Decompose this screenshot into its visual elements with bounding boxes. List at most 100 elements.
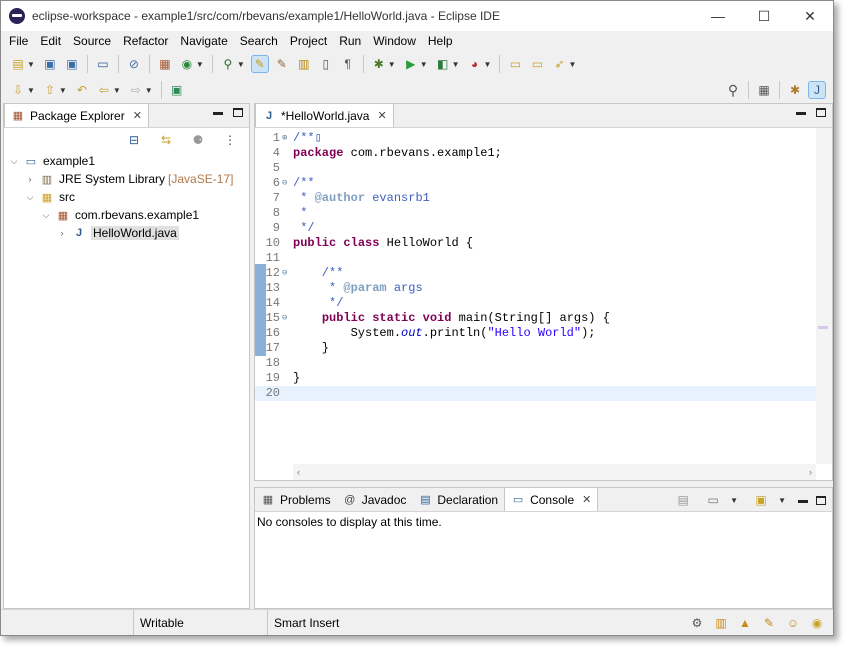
status-insert-mode[interactable]: Smart Insert (267, 610, 387, 635)
maximize-panel-icon[interactable] (816, 495, 826, 505)
tree-item-package[interactable]: ⌵ ▦ com.rbevans.example1 (4, 206, 249, 224)
open-type-dropdown-icon[interactable]: ▼ (237, 60, 245, 69)
code-line[interactable]: 16 System.out.println("Hello World"); (255, 326, 816, 341)
focus-icon[interactable]: ⚈ (190, 132, 206, 148)
wand-icon[interactable]: ✎ (761, 615, 777, 631)
clear-console-icon[interactable]: ▤ (675, 492, 691, 508)
next-annotation-dropdown-icon[interactable]: ▼ (27, 86, 35, 95)
tab-package-explorer[interactable]: ▦ Package Explorer ✕ (4, 103, 149, 127)
toggle-word-wrap-icon[interactable]: ▯ (318, 56, 334, 72)
open-type-icon[interactable]: ⚲ (220, 56, 236, 72)
link-with-editor-icon[interactable]: ⇆ (158, 132, 174, 148)
save-all-icon[interactable]: ▣ (64, 56, 80, 72)
previous-annotation-dropdown-icon[interactable]: ▼ (59, 86, 67, 95)
code-line[interactable]: 19} (255, 371, 816, 386)
chevron-down-icon[interactable]: ⌵ (24, 192, 36, 203)
pin-editor-icon[interactable]: ▣ (169, 82, 185, 98)
java-perspective-icon[interactable]: J (808, 81, 826, 99)
fold-toggle-icon[interactable]: ⊖ (282, 176, 291, 191)
code-line[interactable]: 11 (255, 251, 816, 266)
code-line[interactable]: 9 */ (255, 221, 816, 236)
debug-dropdown-icon[interactable]: ▼ (388, 60, 396, 69)
terminal-icon[interactable]: ▭ (95, 56, 111, 72)
external-tools-icon[interactable]: ◕ (467, 56, 483, 72)
tutorial-icon[interactable]: ▲ (737, 615, 753, 631)
toggle-mark-occurrences-icon[interactable]: ✎ (250, 55, 269, 73)
menu-run[interactable]: Run (333, 34, 367, 48)
horizontal-scrollbar[interactable]: ‹ › (293, 464, 816, 480)
skip-breakpoints-icon[interactable]: ⊘ (126, 56, 142, 72)
new-icon[interactable]: ▤ (10, 56, 26, 72)
minimize-panel-icon[interactable] (213, 112, 223, 115)
external-tools-dropdown-icon[interactable]: ▼ (484, 60, 492, 69)
code-line[interactable]: 18 (255, 356, 816, 371)
next-annotation-icon[interactable]: ⇩ (10, 82, 26, 98)
code-line[interactable]: 5 (255, 161, 816, 176)
fold-toggle-icon[interactable]: ⊖ (282, 266, 291, 281)
maximize-panel-icon[interactable] (233, 108, 243, 117)
chevron-down-icon[interactable]: ⌵ (40, 210, 52, 221)
open-console-dropdown-icon[interactable]: ▼ (778, 496, 786, 505)
display-console-icon[interactable]: ▭ (705, 492, 721, 508)
maximize-button[interactable]: ☐ (741, 1, 787, 31)
tree-item-file[interactable]: › J HelloWorld.java (4, 224, 249, 242)
minimize-panel-icon[interactable] (798, 499, 808, 503)
forward-dropdown-icon[interactable]: ▼ (145, 86, 153, 95)
coverage-icon[interactable]: ◧ (435, 56, 451, 72)
menu-refactor[interactable]: Refactor (117, 34, 174, 48)
tree-item-project[interactable]: ⌵ ▭ example1 (4, 152, 249, 170)
tree-item-jre[interactable]: › ▥ JRE System Library [JavaSE-17] (4, 170, 249, 188)
code-line[interactable]: 7 * @author evansrb1 (255, 191, 816, 206)
save-icon[interactable]: ▣ (42, 56, 58, 72)
open-task-icon[interactable]: ▭ (507, 56, 523, 72)
scroll-left-icon[interactable]: ‹ (297, 467, 300, 477)
code-line[interactable]: 14 */ (255, 296, 816, 311)
chevron-right-icon[interactable]: › (56, 228, 68, 238)
view-menu-icon[interactable]: ⋮ (222, 132, 238, 148)
toggle-block-selection-icon[interactable]: ✎ (274, 56, 290, 72)
code-line[interactable]: 13 * @param args (255, 281, 816, 296)
code-line[interactable]: 20 (255, 386, 816, 401)
coverage-dropdown-icon[interactable]: ▼ (452, 60, 460, 69)
code-line[interactable]: 15 ⊖ public static void main(String[] arg… (255, 311, 816, 326)
code-line[interactable]: 4 package com.rbevans.example1; (255, 146, 816, 161)
tab-javadoc[interactable]: @ Javadoc (337, 488, 413, 511)
previous-annotation-icon[interactable]: ⇧ (42, 82, 58, 98)
vertical-scrollbar[interactable] (816, 128, 832, 464)
show-whitespace-icon[interactable]: ¶ (340, 56, 356, 72)
open-console-icon[interactable]: ▣ (753, 492, 769, 508)
smiley-icon[interactable]: ☺ (785, 615, 801, 631)
menu-edit[interactable]: Edit (34, 34, 67, 48)
menu-source[interactable]: Source (67, 34, 117, 48)
run-icon[interactable]: ▶ (403, 56, 419, 72)
close-tab-icon[interactable]: ✕ (377, 109, 386, 122)
maximize-panel-icon[interactable] (816, 108, 826, 117)
code-line[interactable]: 10 public class HelloWorld { (255, 236, 816, 251)
tab-helloworld-java[interactable]: J *HelloWorld.java ✕ (255, 103, 394, 127)
debug-perspective-icon[interactable]: ✱ (787, 82, 803, 98)
open-perspective-icon[interactable]: ▦ (756, 82, 772, 98)
menu-project[interactable]: Project (284, 34, 333, 48)
tab-console[interactable]: ▭ Console ✕ (504, 487, 599, 511)
menu-help[interactable]: Help (422, 34, 459, 48)
git-icon[interactable]: ⚙ (689, 615, 705, 631)
minimize-button[interactable]: — (695, 1, 741, 31)
fold-toggle-icon[interactable]: ⊕ (282, 131, 291, 146)
code-line[interactable]: 1 ⊕/**▯ (255, 131, 816, 146)
new-java-class-icon[interactable]: ◉ (179, 56, 195, 72)
debug-icon[interactable]: ✱ (371, 56, 387, 72)
close-button[interactable]: ✕ (787, 1, 833, 31)
back-dropdown-icon[interactable]: ▼ (113, 86, 121, 95)
new-dropdown-icon[interactable]: ▼ (27, 60, 35, 69)
code-line[interactable]: 12 ⊖ /** (255, 266, 816, 281)
launch-icon[interactable]: ➶ (551, 56, 567, 72)
code-line[interactable]: 17 } (255, 341, 816, 356)
run-dropdown-icon[interactable]: ▼ (420, 60, 428, 69)
search-icon[interactable]: ⚲ (725, 82, 741, 98)
book-icon[interactable]: ▥ (713, 615, 729, 631)
chevron-right-icon[interactable]: › (24, 174, 36, 184)
forward-icon[interactable]: ⇨ (128, 82, 144, 98)
close-tab-icon[interactable]: ✕ (133, 109, 142, 122)
display-console-dropdown-icon[interactable]: ▼ (730, 496, 738, 505)
tab-problems[interactable]: ▦ Problems (255, 488, 337, 511)
